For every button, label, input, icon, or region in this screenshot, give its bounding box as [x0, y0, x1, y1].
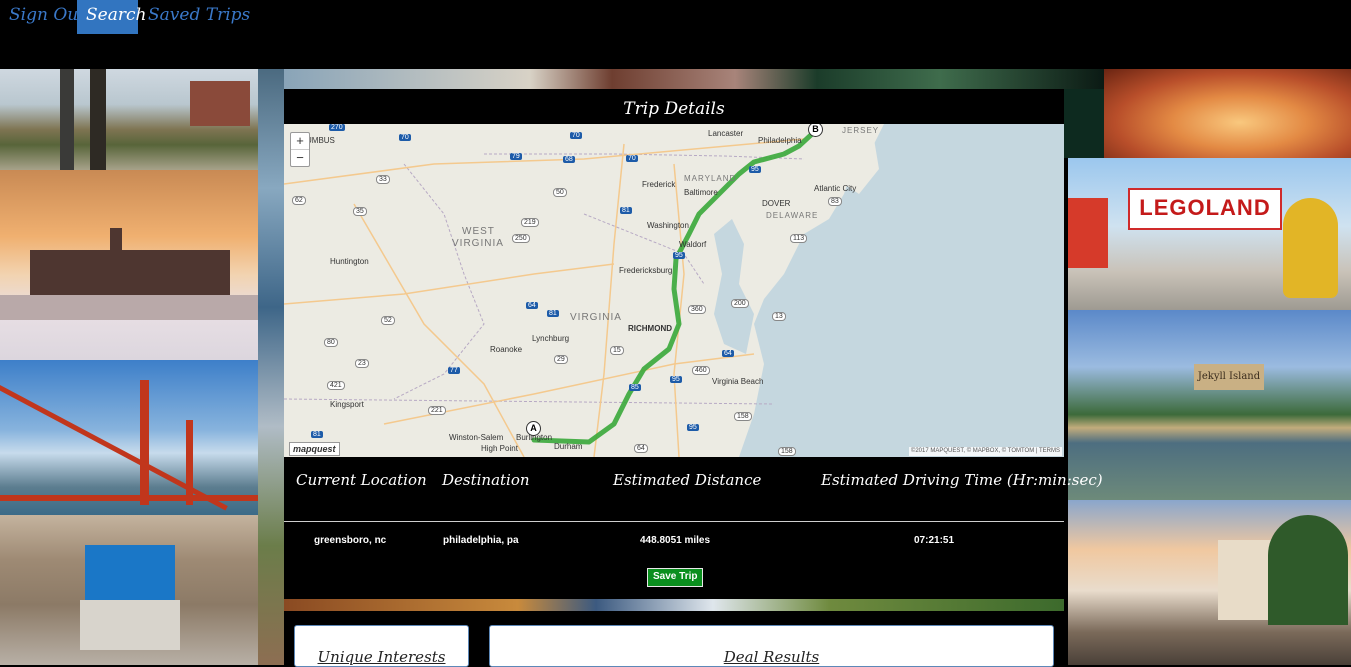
route-shield: 80 [324, 338, 338, 347]
current-location-value: greensboro, nc [314, 535, 387, 546]
deal-results-card[interactable]: Deal Results [489, 625, 1054, 667]
route-shield: 95 [749, 166, 761, 173]
antelope-canyon-photo [1104, 69, 1351, 158]
results-area: Unique Interests Deal Results [284, 611, 1064, 667]
route-shield: 62 [292, 196, 306, 205]
deal-results-title: Deal Results [723, 648, 820, 666]
campus-photo [0, 69, 258, 170]
route-shield: 29 [554, 355, 568, 364]
mansion-sunset-photo [0, 170, 258, 360]
zoom-in-button[interactable]: + [291, 133, 309, 149]
route-shield: 68 [563, 156, 575, 163]
estimated-distance-value: 448.8051 miles [640, 535, 711, 546]
route-shield: 35 [353, 207, 367, 216]
jekyll-island-photo: Jekyll Island [1068, 310, 1351, 500]
route-shield: 200 [731, 299, 749, 308]
unique-interests-card[interactable]: Unique Interests [294, 625, 469, 667]
trip-details-title: Trip Details [623, 99, 725, 119]
mapquest-logo: mapquest [289, 442, 340, 456]
background-strip-top [284, 69, 1104, 89]
route-shield: 95 [673, 252, 685, 259]
top-nav: Sign Out Search Saved Trips [0, 0, 1351, 68]
destination-value: philadelphia, pa [443, 535, 519, 546]
estimated-time-header: Estimated Driving Time (Hr:min:sec) [821, 471, 1103, 489]
route-shield: 250 [512, 234, 530, 243]
save-trip-button[interactable]: Save Trip [647, 568, 704, 587]
route-shield: 81 [547, 310, 559, 317]
boardwalk-photo [1068, 500, 1351, 665]
route-shield: 221 [428, 406, 446, 415]
dam-photo [0, 515, 258, 665]
background-strip-left [258, 69, 284, 665]
map-shields: 270 70 70 70 79 68 33 50 81 62 35 219 25… [284, 124, 1064, 457]
route-shield: 15 [610, 346, 624, 355]
route-shield: 23 [355, 359, 369, 368]
route-shield: 85 [629, 384, 641, 391]
search-link[interactable]: Search [77, 0, 146, 34]
unique-interests-title: Unique Interests [317, 648, 446, 666]
route-shield: 95 [687, 424, 699, 431]
route-shield: 270 [329, 124, 345, 131]
route-shield: 83 [828, 197, 842, 206]
route-shield: 70 [570, 132, 582, 139]
route-shield: 460 [692, 366, 710, 375]
destination-header: Destination [442, 471, 530, 489]
route-shield: 113 [790, 234, 808, 243]
route-shield: 79 [510, 153, 522, 160]
route-shield: 158 [778, 447, 796, 456]
route-shield: 52 [381, 316, 395, 325]
legoland-photo: LEGOLAND F L O R I D A [1068, 158, 1351, 310]
route-shield: 421 [327, 381, 345, 390]
route-shield: 70 [399, 134, 411, 141]
background-strip-bottom [284, 599, 1064, 611]
current-location-header: Current Location [296, 471, 427, 489]
map-attribution[interactable]: ©2017 MAPQUEST, © MAPBOX, © TOMTOM | TER… [908, 447, 1062, 456]
legoland-sign-sub: F L O R I D A [1175, 215, 1231, 225]
route-shield: 77 [448, 367, 460, 374]
saved-trips-link[interactable]: Saved Trips [139, 0, 259, 34]
route-shield: 64 [634, 444, 648, 453]
route-shield: 64 [526, 302, 538, 309]
route-map[interactable]: Philadelphia Lancaster Baltimore MARYLAN… [284, 124, 1064, 457]
route-shield: 360 [688, 305, 706, 314]
header-divider [284, 521, 1064, 522]
zoom-controls: + − [290, 132, 310, 167]
golden-gate-bridge-photo [0, 360, 258, 515]
jekyll-island-sign: Jekyll Island [1194, 364, 1264, 390]
route-shield: 64 [722, 350, 734, 357]
estimated-distance-header: Estimated Distance [613, 471, 762, 489]
trip-details-panel: Trip Details Philadelphia Lancaster Balt… [284, 89, 1103, 599]
route-shield: 81 [620, 207, 632, 214]
route-shield: 95 [670, 376, 682, 383]
route-shield: 33 [376, 175, 390, 184]
route-shield: 219 [521, 218, 539, 227]
route-shield: 158 [734, 412, 752, 421]
route-shield: 13 [772, 312, 786, 321]
estimated-time-value: 07:21:51 [914, 535, 955, 546]
start-marker[interactable]: A [526, 421, 541, 436]
route-shield: 50 [553, 188, 567, 197]
route-shield: 81 [311, 431, 323, 438]
background-strip-right [1064, 89, 1104, 158]
route-shield: 70 [626, 155, 638, 162]
zoom-out-button[interactable]: − [291, 149, 309, 166]
